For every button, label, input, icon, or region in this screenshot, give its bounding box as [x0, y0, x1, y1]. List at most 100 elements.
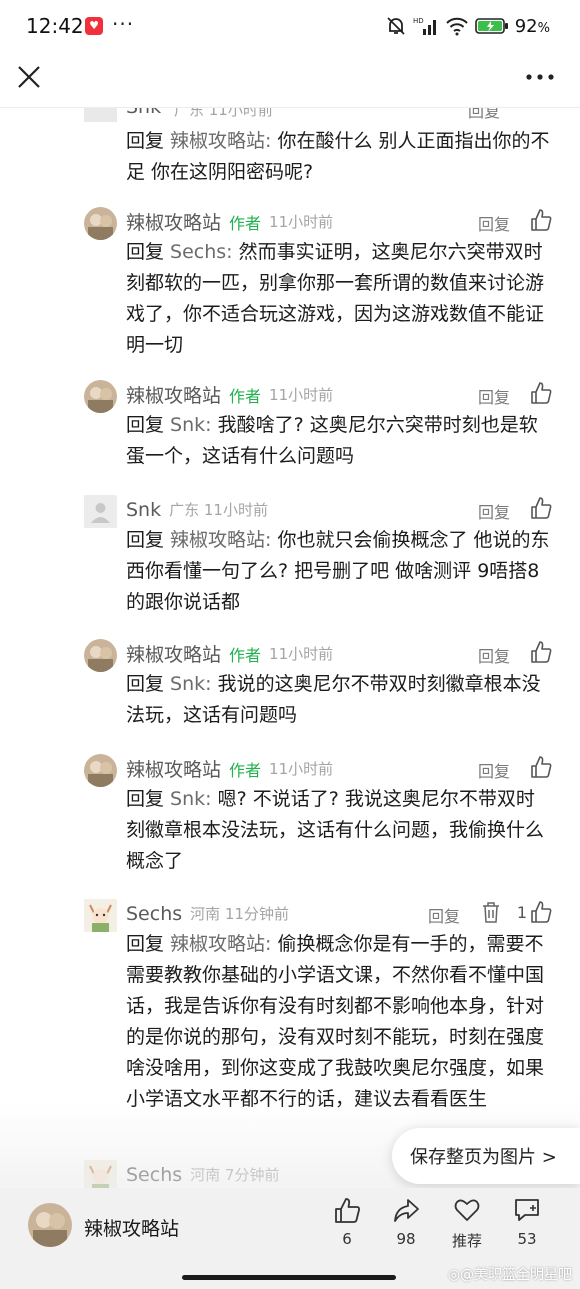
save-page-as-image-button[interactable]: 保存整页为图片 > — [392, 1128, 580, 1184]
thumbs-up-icon[interactable] — [530, 755, 552, 779]
reply-target[interactable]: 辣椒攻略站: — [170, 529, 271, 551]
author-badge: 作者 — [229, 386, 262, 406]
commenter-name[interactable]: Snk — [126, 499, 161, 521]
top-nav — [0, 52, 580, 108]
close-icon[interactable] — [16, 64, 42, 90]
comment-body[interactable]: 回复 辣椒攻略站: 你在酸什么 别人正面指出你的不足 你在这阴阳密码呢? — [126, 126, 550, 188]
app-notification-icon: ♥ — [85, 17, 103, 35]
trash-icon[interactable] — [482, 901, 500, 923]
comment-body[interactable]: 回复 Snk: 我酸啥了? 这奥尼尔六突带时刻也是软蛋一个，这话有什么问题吗 — [126, 410, 550, 472]
reply-prefix: 回复 — [126, 529, 171, 551]
svg-text:HD: HD — [413, 17, 424, 25]
reply-prefix: 回复 — [126, 130, 171, 152]
thumbs-up-icon[interactable] — [530, 900, 552, 924]
commenter-name[interactable]: 辣椒攻略站 — [126, 208, 221, 235]
commenter-name[interactable]: 辣椒攻略站 — [126, 381, 221, 408]
reply-target[interactable]: Snk: — [170, 673, 212, 695]
comment-add-icon — [515, 1199, 539, 1221]
reply-button[interactable]: 回复 — [478, 499, 510, 523]
comment-meta: 广东 11小时前 — [174, 108, 273, 119]
avatar[interactable] — [84, 380, 117, 413]
share-arrow-icon — [394, 1199, 419, 1222]
status-bar: 12:42 ♥ ··· HD 92% — [0, 0, 580, 52]
comment-header: 辣椒攻略站 作者 11小时前 — [126, 205, 333, 238]
comment-header: 辣椒攻略站 作者 11小时前 — [126, 752, 333, 785]
thumbs-up-icon — [335, 1198, 360, 1223]
comment-meta: 11小时前 — [269, 213, 334, 231]
avatar[interactable] — [84, 495, 117, 528]
recommend-button[interactable]: 推荐 — [442, 1196, 492, 1251]
comment-header: Sechs 河南 11分钟前 — [126, 897, 289, 930]
reply-target[interactable]: Snk: — [170, 788, 212, 810]
thumbs-up-icon[interactable] — [530, 208, 552, 232]
bottom-action-bar: 辣椒攻略站 6 98 推荐 53 — [0, 1188, 580, 1266]
like-button[interactable]: 6 — [322, 1196, 372, 1248]
mute-bell-icon — [387, 17, 405, 35]
status-icons: HD 92% — [385, 14, 550, 38]
comment-meta: 11小时前 — [269, 645, 334, 663]
more-notifications-icon: ··· — [112, 12, 135, 36]
battery-icon — [474, 18, 508, 34]
comment-header-clipped: Snk 广东 11小时前 回复 — [84, 108, 564, 122]
thumbs-up-icon[interactable] — [530, 496, 552, 520]
wifi-icon — [446, 17, 468, 36]
clock: 12:42 — [26, 14, 84, 38]
reply-button[interactable]: 回复 — [478, 211, 510, 235]
comment-header: Sechs 河南 7分钟前 — [126, 1158, 279, 1191]
comment-meta: 河南 7分钟前 — [190, 1166, 280, 1184]
comment-count: 53 — [517, 1230, 537, 1248]
battery-unit: % — [537, 20, 550, 36]
reply-button[interactable]: 回复 — [478, 384, 510, 408]
comment-meta: 广东 11小时前 — [169, 501, 268, 519]
like-count: 1 — [516, 903, 527, 922]
comment-meta: 11小时前 — [269, 760, 334, 778]
comment-text: 偷换概念你是有一手的，需要不需要教教你基础的小学语文课，不然你看不懂中国话，我是… — [126, 933, 545, 1110]
reply-prefix: 回复 — [126, 788, 171, 810]
reply-button[interactable]: 回复 — [468, 108, 500, 122]
commenter-name[interactable]: Sechs — [126, 1164, 182, 1186]
battery-value: 92 — [514, 15, 538, 37]
comment-body[interactable]: 回复 Snk: 嗯? 不说话了? 我说这奥尼尔不带双时刻徽章根本没法玩，这话有什… — [126, 784, 550, 877]
comment-header: Snk 广东 11小时前 — [126, 493, 268, 526]
battery-percent: 92% — [515, 16, 550, 37]
comment-body[interactable]: 回复 Sechs: 然而事实证明，这奥尼尔六突带双时刻都软的一匹，别拿你那一套所… — [126, 237, 550, 361]
avatar[interactable] — [84, 207, 117, 240]
reply-target[interactable]: Snk: — [170, 414, 212, 436]
heart-icon — [454, 1199, 480, 1221]
reply-target[interactable]: 辣椒攻略站: — [170, 130, 271, 152]
commenter-name: Snk — [126, 108, 161, 118]
thumbs-up-icon[interactable] — [530, 640, 552, 664]
share-button[interactable]: 98 — [381, 1196, 431, 1248]
recommend-label: 推荐 — [451, 1232, 482, 1250]
reply-button[interactable]: 回复 — [478, 758, 510, 782]
reply-button[interactable]: 回复 — [428, 903, 460, 927]
like-count: 6 — [342, 1230, 352, 1248]
comment-body[interactable]: 回复 Snk: 我说的这奥尼尔不带双时刻徽章根本没法玩，这话有问题吗 — [126, 669, 550, 731]
author-name[interactable]: 辣椒攻略站 — [84, 1214, 179, 1241]
comment-meta: 河南 11分钟前 — [190, 905, 289, 923]
reply-prefix: 回复 — [126, 673, 171, 695]
reply-prefix: 回复 — [126, 241, 171, 263]
commenter-name[interactable]: 辣椒攻略站 — [126, 755, 221, 782]
comment-button[interactable]: 53 — [502, 1196, 552, 1248]
commenter-name[interactable]: 辣椒攻略站 — [126, 640, 221, 667]
comment-body[interactable]: 回复 辣椒攻略站: 偷换概念你是有一手的，需要不需要教教你基础的小学语文课，不然… — [126, 929, 550, 1115]
reply-target[interactable]: Sechs: — [170, 241, 233, 263]
author-badge: 作者 — [229, 645, 262, 665]
commenter-name[interactable]: Sechs — [126, 903, 182, 925]
thumbs-up-icon[interactable] — [530, 381, 552, 405]
comment-header: 辣椒攻略站 作者 11小时前 — [126, 378, 333, 411]
reply-button[interactable]: 回复 — [478, 643, 510, 667]
share-count: 98 — [396, 1230, 416, 1248]
home-indicator[interactable] — [182, 1275, 396, 1280]
cell-signal-icon: HD — [413, 17, 436, 35]
avatar[interactable] — [84, 639, 117, 672]
reply-prefix: 回复 — [126, 933, 171, 955]
author-badge: 作者 — [229, 760, 262, 780]
reply-target[interactable]: 辣椒攻略站: — [170, 933, 271, 955]
avatar[interactable] — [84, 754, 117, 787]
more-options-icon[interactable] — [524, 64, 556, 90]
comment-body[interactable]: 回复 辣椒攻略站: 你也就只会偷换概念了 他说的东西你看懂一句了么? 把号删了吧… — [126, 525, 550, 618]
avatar[interactable] — [84, 899, 117, 932]
author-avatar[interactable] — [28, 1203, 72, 1247]
